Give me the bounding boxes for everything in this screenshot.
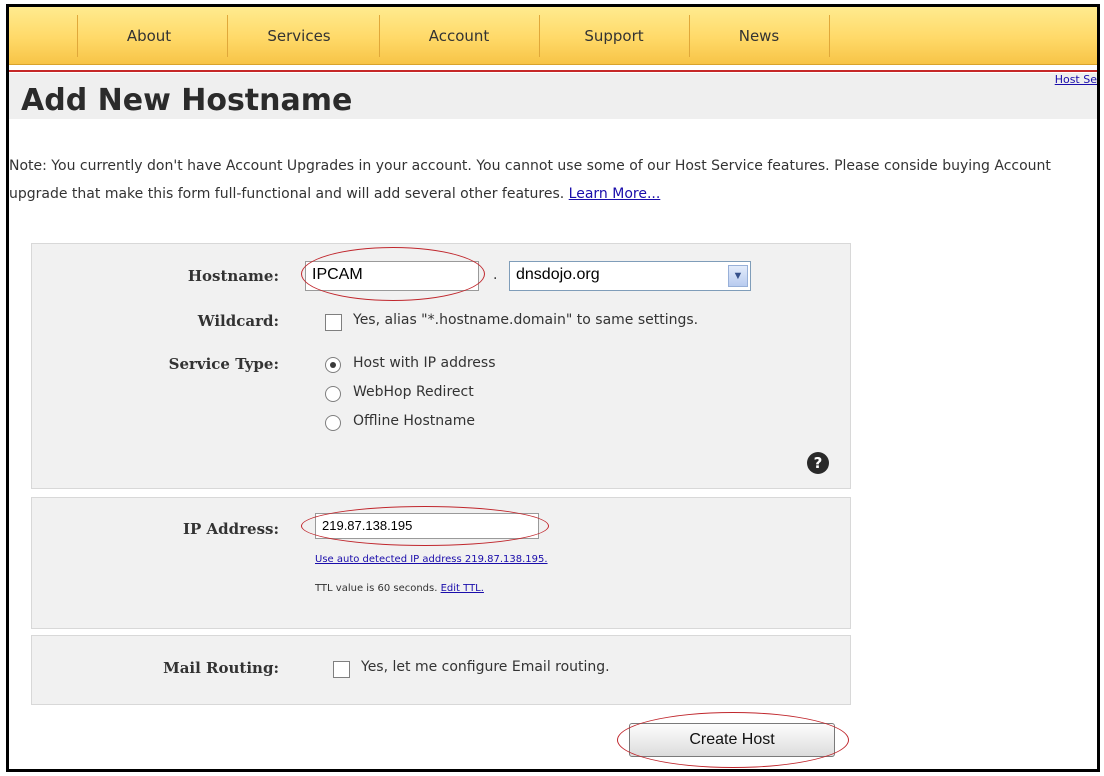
hostname-dot: . — [493, 267, 498, 283]
nav-separator — [227, 15, 228, 57]
ip-address-label: IP Address: — [182, 520, 279, 538]
note-text: Note: You currently don't have Account U… — [9, 158, 1051, 202]
service-radio-offline[interactable] — [325, 415, 341, 431]
ttl-info: TTL value is 60 seconds. Edit TTL. — [315, 583, 484, 594]
nav-separator — [829, 15, 830, 57]
page-title: Add New Hostname — [21, 83, 353, 118]
nav-separator — [539, 15, 540, 57]
mail-routing-label: Mail Routing: — [163, 659, 279, 677]
create-host-button[interactable]: Create Host — [629, 723, 835, 757]
nav-item-services[interactable]: Services — [259, 7, 339, 65]
nav-item-about[interactable]: About — [109, 7, 189, 65]
domain-select[interactable]: dnsdojo.org ▼ — [509, 261, 751, 291]
chevron-down-icon[interactable]: ▼ — [728, 265, 748, 287]
header-divider — [9, 70, 1097, 72]
service-radio-webhop[interactable] — [325, 386, 341, 402]
hostname-label: Hostname: — [187, 267, 279, 285]
wildcard-checkbox-label: Yes, alias "*.hostname.domain" to same s… — [353, 312, 699, 328]
auto-detect-ip-link[interactable]: Use auto detected IP address 219.87.138.… — [315, 554, 548, 565]
service-type-label: Service Type: — [168, 355, 279, 373]
edit-ttl-link[interactable]: Edit TTL. — [441, 583, 484, 594]
service-option-host-ip: Host with IP address — [353, 355, 496, 371]
wildcard-label: Wildcard: — [197, 312, 279, 330]
question-mark-icon[interactable]: ? — [807, 452, 829, 474]
nav-item-account[interactable]: Account — [414, 7, 504, 65]
service-radio-host-ip[interactable] — [325, 357, 341, 373]
nav-item-news[interactable]: News — [724, 7, 794, 65]
nav-separator — [689, 15, 690, 57]
browser-frame: About Services Account Support News Add … — [6, 4, 1100, 772]
nav-item-support[interactable]: Support — [574, 7, 654, 65]
service-option-webhop: WebHop Redirect — [353, 384, 474, 400]
hostname-input[interactable]: IPCAM — [305, 261, 479, 291]
upgrade-note: Note: You currently don't have Account U… — [9, 152, 1097, 208]
host-services-link[interactable]: Host Se — [1055, 73, 1097, 86]
wildcard-checkbox[interactable] — [325, 314, 342, 331]
mail-routing-checkbox[interactable] — [333, 661, 350, 678]
ip-address-input[interactable]: 219.87.138.195 — [315, 513, 539, 539]
auto-ip-link-wrap: Use auto detected IP address 219.87.138.… — [315, 554, 548, 565]
learn-more-link[interactable]: Learn More... — [569, 186, 661, 202]
domain-select-value: dnsdojo.org — [516, 266, 600, 283]
nav-separator — [77, 15, 78, 57]
ttl-text: TTL value is 60 seconds. — [315, 583, 441, 594]
service-option-offline: Offline Hostname — [353, 413, 475, 429]
nav-separator — [379, 15, 380, 57]
mail-routing-checkbox-label: Yes, let me configure Email routing. — [361, 659, 610, 675]
top-nav: About Services Account Support News — [9, 7, 1097, 65]
